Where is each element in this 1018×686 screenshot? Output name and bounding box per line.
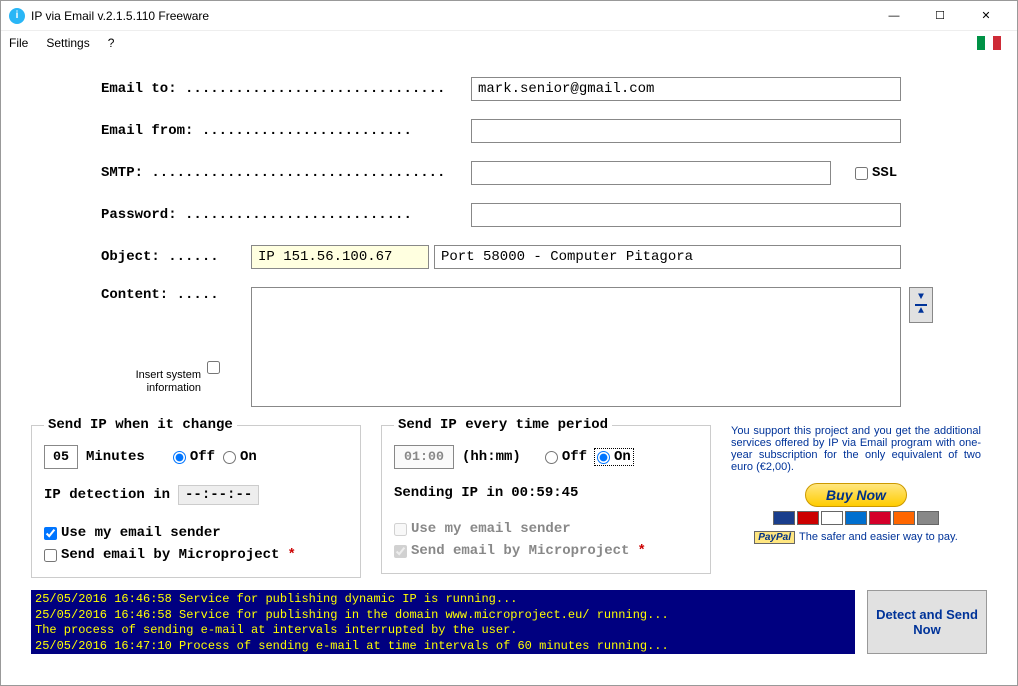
menubar: File Settings ?	[1, 31, 1017, 55]
password-label: Password: ...........................	[101, 207, 471, 223]
app-icon: i	[9, 8, 25, 24]
asterisk-icon: *	[287, 547, 295, 563]
period-time-input	[394, 445, 454, 469]
insert-system-info-label: Insert system information	[101, 369, 201, 395]
arrow-down-icon: ▼	[918, 293, 924, 303]
menu-settings[interactable]: Settings	[46, 36, 89, 50]
flag-italy-icon[interactable]	[977, 36, 1001, 50]
smtp-label: SMTP: ..................................…	[101, 165, 471, 181]
detect-send-button[interactable]: Detect and Send Now	[867, 590, 987, 654]
log-output[interactable]: 25/05/2016 16:46:58 Service for publishi…	[31, 590, 855, 654]
group-send-on-change: Send IP when it change Minutes Off On IP…	[31, 417, 361, 578]
object-port-input[interactable]	[434, 245, 901, 269]
minutes-label: Minutes	[86, 449, 145, 465]
asterisk-icon: *	[637, 543, 645, 559]
group1-off-radio[interactable]	[173, 451, 186, 464]
expand-collapse-button[interactable]: ▼ ▲	[909, 287, 933, 323]
object-label: Object: ......	[101, 249, 251, 265]
sending-ip-value: 00:59:45	[511, 485, 578, 501]
smtp-input[interactable]	[471, 161, 831, 185]
paypal-icon: PayPal	[754, 531, 795, 544]
password-input[interactable]	[471, 203, 901, 227]
group2-on-radio[interactable]	[597, 451, 610, 464]
group2-off-radio[interactable]	[545, 451, 558, 464]
group-send-periodic: Send IP every time period (hh:mm) Off On…	[381, 417, 711, 574]
group2-use-sender-checkbox	[394, 523, 407, 536]
group1-on-radio[interactable]	[223, 451, 236, 464]
ssl-checkbox[interactable]	[855, 167, 868, 180]
close-button[interactable]: ✕	[963, 1, 1009, 31]
group2-legend: Send IP every time period	[394, 417, 612, 433]
ip-detection-value: --:--:--	[178, 485, 259, 505]
minimize-button[interactable]: —	[871, 1, 917, 31]
arrow-up-icon: ▲	[918, 307, 924, 317]
buy-now-button[interactable]: Buy Now	[805, 483, 907, 507]
titlebar: i IP via Email v.2.1.5.110 Freeware — ☐ …	[1, 1, 1017, 31]
email-to-label: Email to: ..............................…	[101, 81, 471, 97]
email-to-input[interactable]	[471, 77, 901, 101]
ip-detection-label: IP detection in	[44, 487, 170, 503]
window-title: IP via Email v.2.1.5.110 Freeware	[31, 9, 871, 23]
sending-ip-label: Sending IP in	[394, 485, 503, 501]
group1-use-sender-checkbox[interactable]	[44, 527, 57, 540]
support-panel: You support this project and you get the…	[731, 417, 981, 544]
content-label: Content: .....	[101, 287, 219, 303]
menu-file[interactable]: File	[9, 36, 28, 50]
group1-send-mp-checkbox[interactable]	[44, 549, 57, 562]
email-from-input[interactable]	[471, 119, 901, 143]
ssl-label: SSL	[872, 165, 897, 181]
safer-text: The safer and easier way to pay.	[799, 531, 958, 543]
minutes-input[interactable]	[44, 445, 78, 469]
menu-help[interactable]: ?	[108, 36, 115, 50]
content-textarea[interactable]	[251, 287, 901, 407]
maximize-button[interactable]: ☐	[917, 1, 963, 31]
group2-send-mp-checkbox	[394, 545, 407, 558]
period-time-label: (hh:mm)	[462, 449, 521, 465]
email-from-label: Email from: .........................	[101, 123, 471, 139]
support-text: You support this project and you get the…	[731, 425, 981, 473]
object-ip-input[interactable]	[251, 245, 429, 269]
payment-cards-icon	[731, 511, 981, 527]
group1-legend: Send IP when it change	[44, 417, 237, 433]
insert-system-info-checkbox[interactable]	[207, 361, 220, 374]
